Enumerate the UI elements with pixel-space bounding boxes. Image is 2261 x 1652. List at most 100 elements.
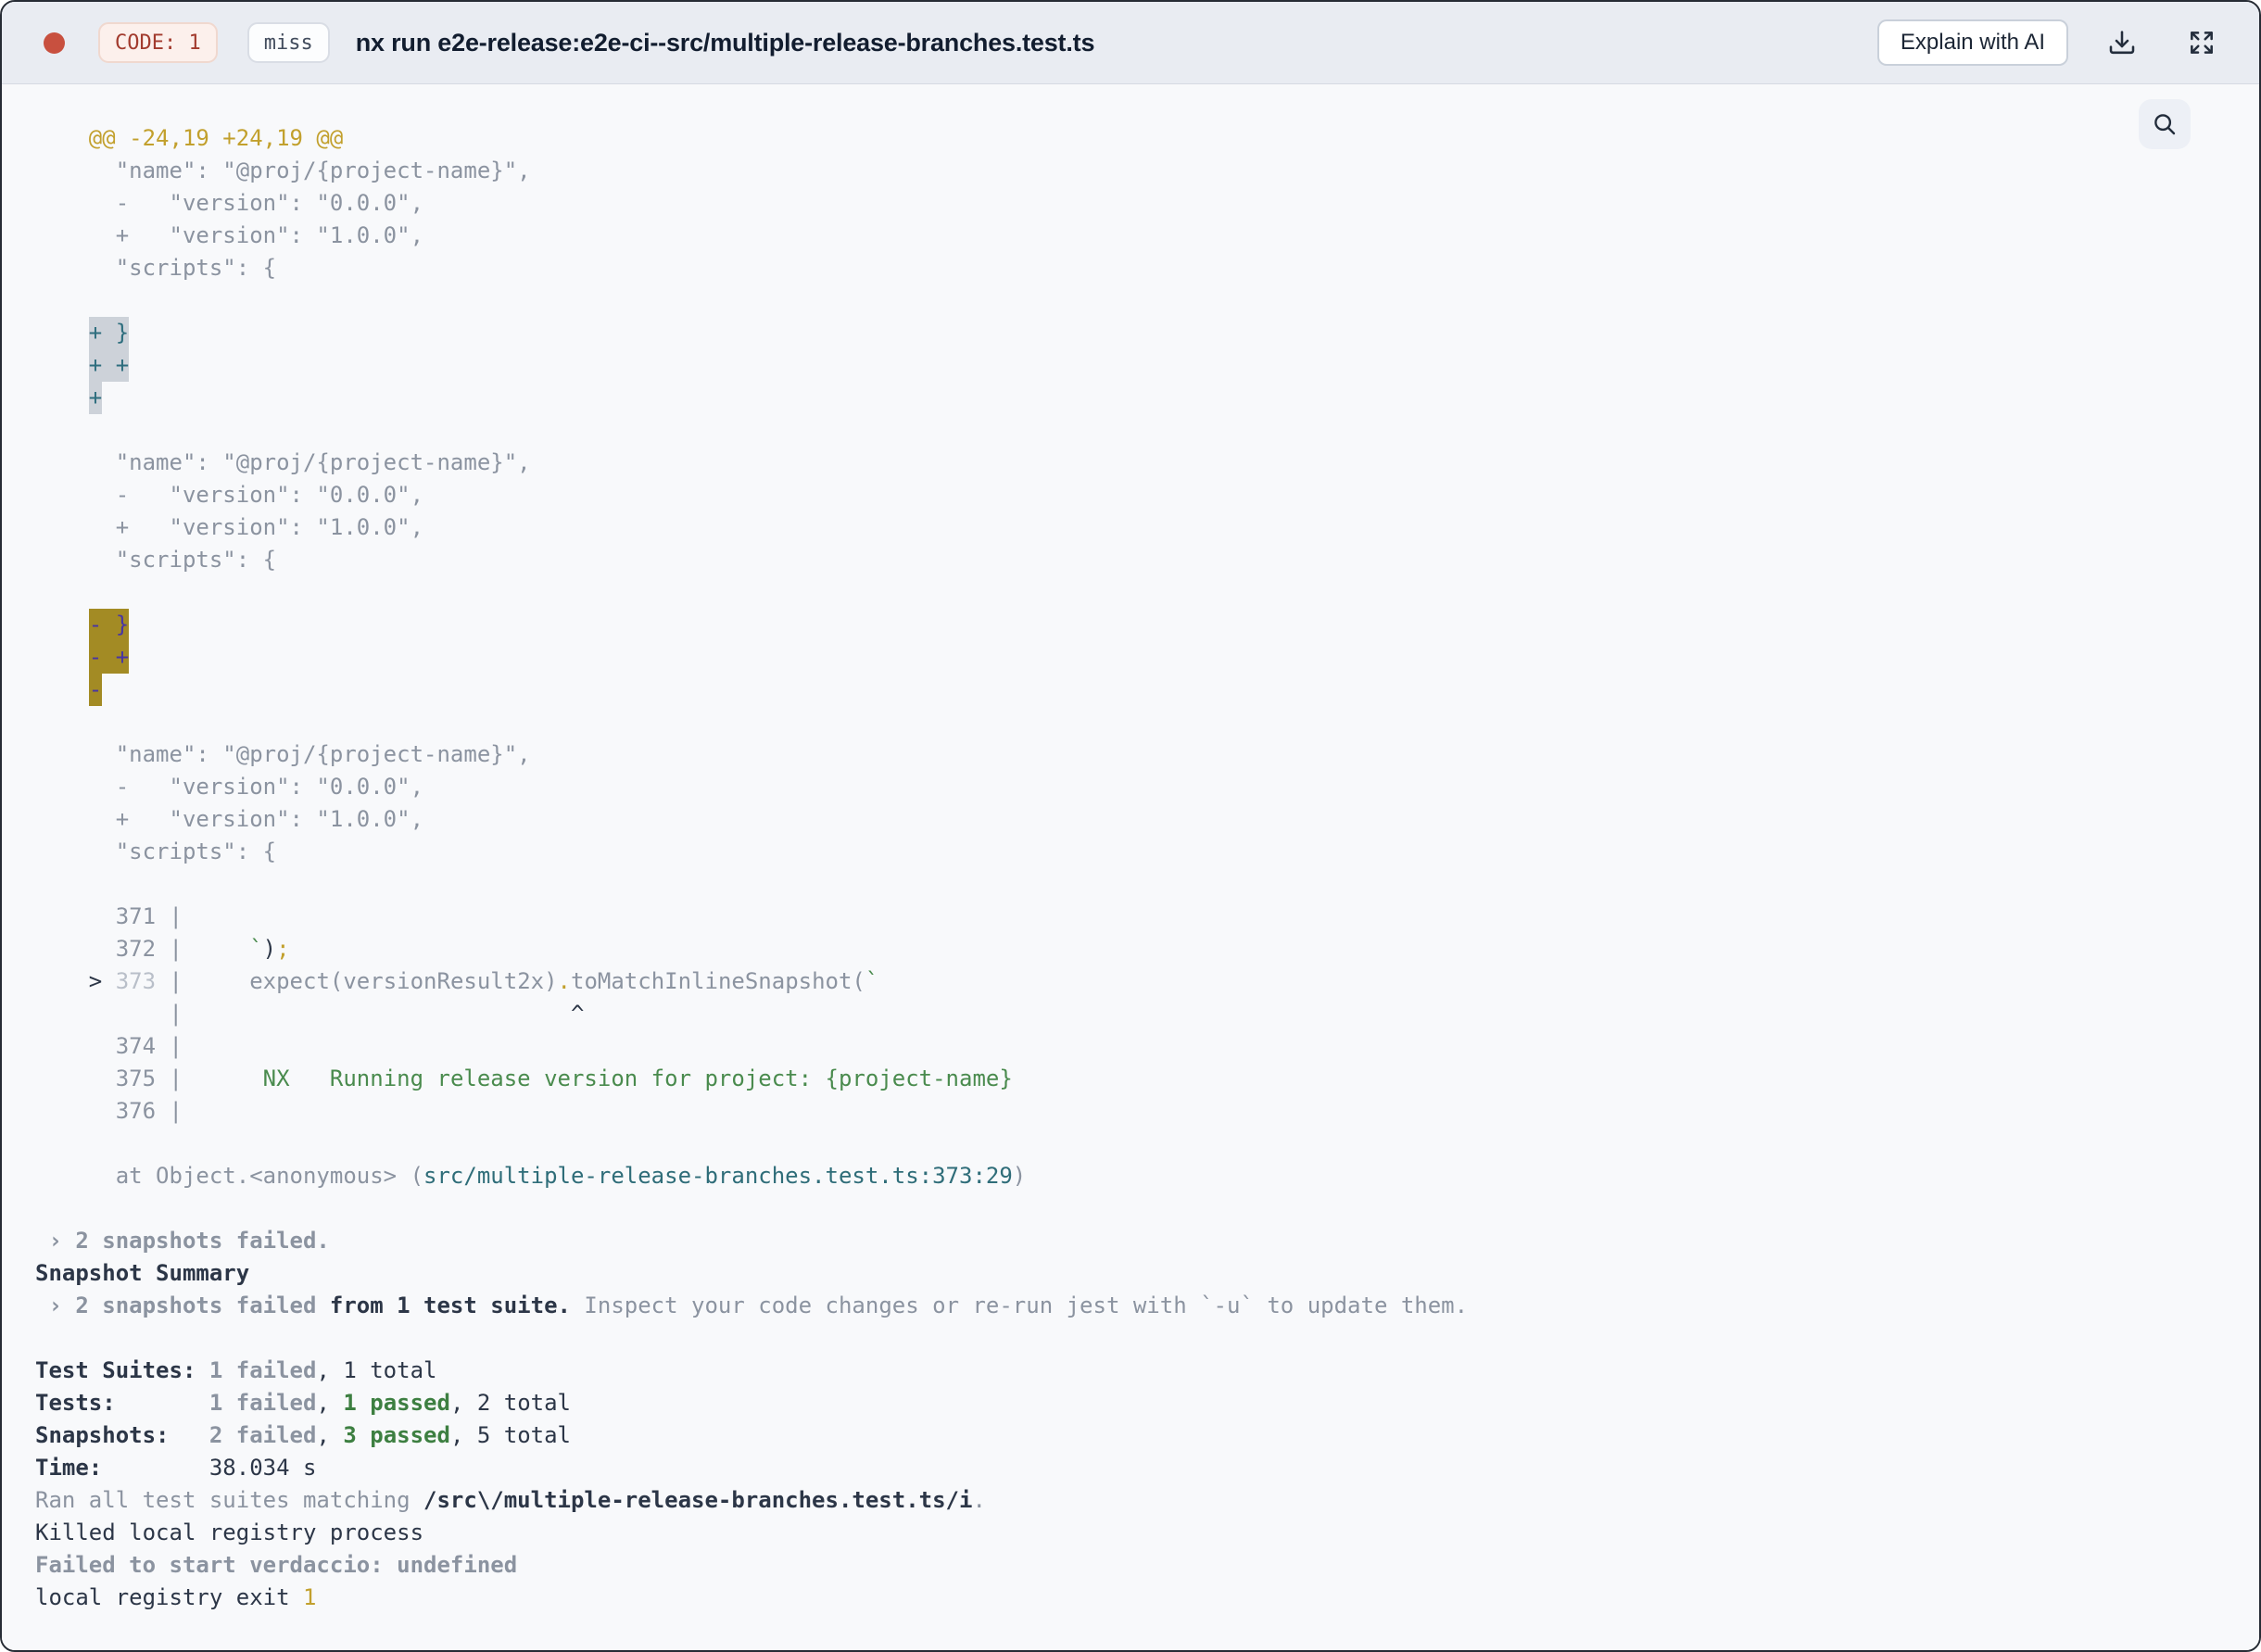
search-button[interactable] (2139, 99, 2191, 149)
terminal-line: + "version": "1.0.0", (35, 511, 2222, 544)
terminal-line: "scripts": { (35, 544, 2222, 576)
text-segment (35, 644, 89, 670)
exit-code-badge: CODE: 1 (98, 22, 218, 63)
terminal-line: "name": "@proj/{project-name}", (35, 738, 2222, 771)
text-segment: @@ -24,19 +24,19 @@ (35, 125, 344, 151)
search-icon (2154, 114, 2176, 135)
text-segment: Snapshots: (35, 1422, 170, 1448)
text-segment: > (88, 968, 103, 994)
terminal-line: - "version": "0.0.0", (35, 187, 2222, 220)
terminal-line: - (35, 674, 2222, 706)
text-segment: . (972, 1487, 986, 1513)
text-segment (102, 968, 115, 994)
terminal-output: @@ -24,19 +24,19 @@ "name": "@proj/{proj… (2, 84, 2259, 1614)
text-segment: , 2 total (449, 1390, 571, 1416)
text-segment: local registry exit (35, 1584, 303, 1610)
terminal-line: > 373 | expect(versionResult2x).toMatchI… (35, 965, 2222, 998)
text-segment: "scripts": { (35, 547, 277, 573)
text-segment (170, 1422, 209, 1448)
text-segment: 1 passed (343, 1390, 450, 1416)
text-segment: - "version": "0.0.0", (35, 482, 424, 508)
terminal-line: Tests: 1 failed, 1 passed, 2 total (35, 1387, 2222, 1419)
text-segment: › 2 snapshots failed. (35, 1228, 330, 1254)
text-segment: + "version": "1.0.0", (35, 514, 424, 540)
text-segment: Tests: (35, 1390, 116, 1416)
text-segment: Ran all test suites matching (35, 1487, 424, 1513)
text-segment: - "version": "0.0.0", (35, 190, 424, 216)
terminal-line: + "version": "1.0.0", (35, 220, 2222, 252)
text-segment (35, 352, 89, 378)
terminal-line: @@ -24,19 +24,19 @@ (35, 122, 2222, 155)
terminal-line: 372 | `); (35, 933, 2222, 965)
highlight-match: + (88, 382, 103, 414)
text-segment: Test Suites: (35, 1357, 209, 1383)
text-segment: from 1 test suite. (316, 1293, 571, 1318)
highlight-match: + } (88, 317, 130, 349)
text-segment: 375 | (35, 1066, 183, 1091)
cache-status-badge: miss (246, 22, 330, 63)
terminal-line: 374 | (35, 1030, 2222, 1063)
terminal-line: Ran all test suites matching /src\/multi… (35, 1484, 2222, 1517)
status-dot-icon (44, 32, 65, 54)
text-segment (116, 1390, 209, 1416)
highlight-match: - (88, 674, 103, 706)
text-segment: 373 (115, 968, 157, 994)
text-segment: › 2 snapshots failed (35, 1293, 317, 1318)
text-segment: Failed to start verdaccio: undefined (35, 1552, 518, 1578)
text-segment: "name": "@proj/{project-name}", (35, 449, 531, 475)
text-segment: 3 passed (343, 1422, 450, 1448)
terminal-line: - + (35, 641, 2222, 674)
text-segment: NX Running release version for project: … (182, 1066, 1013, 1091)
terminal-line: Snapshot Summary (35, 1257, 2222, 1290)
terminal-line: 371 | (35, 901, 2222, 933)
text-segment: + "version": "1.0.0", (35, 222, 424, 248)
terminal-line: | ^ (35, 998, 2222, 1030)
text-segment: Killed local registry process (35, 1520, 424, 1545)
fullscreen-icon (2191, 32, 2213, 54)
terminal-line: "name": "@proj/{project-name}", (35, 155, 2222, 187)
text-segment: "name": "@proj/{project-name}", (35, 158, 531, 183)
text-segment: 2 failed (208, 1422, 317, 1448)
highlight-match: - + (88, 641, 130, 674)
terminal-line: Killed local registry process (35, 1517, 2222, 1549)
text-segment: 374 | (35, 1033, 183, 1059)
text-segment: + "version": "1.0.0", (35, 806, 424, 832)
text-segment: src/multiple-release-branches.test.ts:37… (423, 1163, 1013, 1189)
text-segment: ) (262, 936, 277, 962)
terminal-line: - "version": "0.0.0", (35, 771, 2222, 803)
text-segment: . (557, 968, 571, 994)
text-segment: toMatchInlineSnapshot( (571, 968, 865, 994)
terminal-panel: @@ -24,19 +24,19 @@ "name": "@proj/{proj… (2, 84, 2259, 1650)
text-segment: | expect(versionResult2x) (156, 968, 558, 994)
explain-with-ai-button[interactable]: Explain with AI (1876, 19, 2068, 66)
terminal-line: "name": "@proj/{project-name}", (35, 447, 2222, 479)
text-segment: 371 | (35, 903, 183, 929)
text-segment: Time: (35, 1455, 103, 1481)
terminal-line: "scripts": { (35, 836, 2222, 868)
text-segment: ; (276, 936, 290, 962)
highlight-match: + + (88, 349, 130, 382)
text-segment: 376 | (35, 1098, 183, 1124)
terminal-line: › 2 snapshots failed from 1 test suite. … (35, 1290, 2222, 1322)
text-segment: /src\/multiple-release-branches.test.ts/… (423, 1487, 973, 1513)
terminal-line: + } (35, 317, 2222, 349)
fullscreen-button[interactable] (2181, 22, 2222, 63)
text-segment: , (316, 1422, 344, 1448)
text-segment: , (316, 1390, 344, 1416)
text-segment: , 5 total (449, 1422, 571, 1448)
text-segment: - "version": "0.0.0", (35, 774, 424, 800)
highlight-match: - } (88, 609, 130, 641)
terminal-line: Snapshots: 2 failed, 3 passed, 5 total (35, 1419, 2222, 1452)
text-segment (35, 612, 89, 637)
text-segment: "scripts": { (35, 839, 277, 864)
download-button[interactable] (2102, 22, 2142, 63)
terminal-line: 376 | (35, 1095, 2222, 1128)
terminal-line: + + (35, 349, 2222, 382)
text-segment: , 1 total (316, 1357, 437, 1383)
